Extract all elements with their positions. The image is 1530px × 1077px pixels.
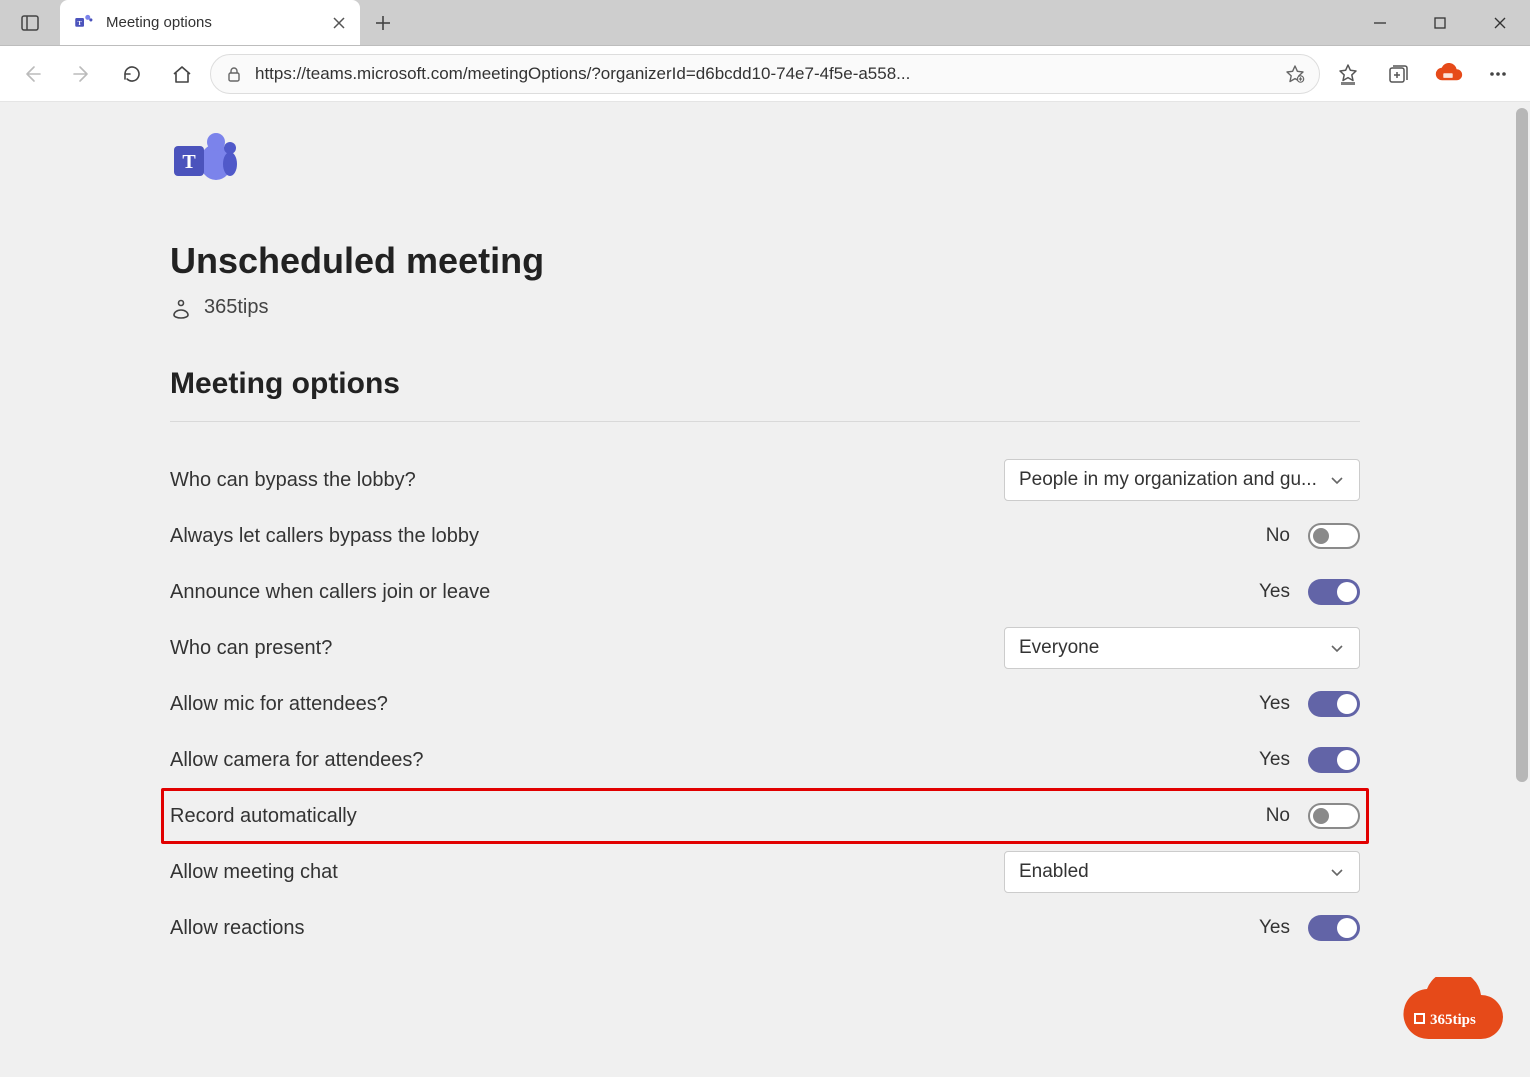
svg-text:T: T [182, 151, 196, 173]
home-button[interactable] [160, 52, 204, 96]
select-value: Everyone [1019, 637, 1099, 659]
option-allow-reactions: Allow reactions Yes [170, 900, 1360, 956]
address-bar[interactable]: https://teams.microsoft.com/meetingOptio… [210, 54, 1320, 94]
option-label: Allow reactions [170, 917, 305, 940]
arrow-right-icon [71, 63, 93, 85]
toggle-state-label: Yes [1259, 749, 1290, 771]
option-label: Always let callers bypass the lobby [170, 525, 479, 548]
bypass-lobby-select[interactable]: People in my organization and gu... [1004, 459, 1360, 501]
window-maximize-button[interactable] [1410, 0, 1470, 45]
scrollbar-thumb[interactable] [1516, 108, 1528, 782]
select-value: Enabled [1019, 861, 1089, 883]
chevron-down-icon [1329, 472, 1345, 488]
svg-text:365tips: 365tips [1430, 1012, 1476, 1028]
option-bypass-lobby: Who can bypass the lobby? People in my o… [170, 452, 1360, 508]
record-automatically-toggle[interactable] [1308, 803, 1360, 829]
presenter-icon [170, 297, 192, 319]
favorites-button[interactable] [1326, 52, 1370, 96]
option-allow-camera: Allow camera for attendees? Yes [170, 732, 1360, 788]
chevron-down-icon [1329, 864, 1345, 880]
page-content: T Unscheduled meeting 365tips Meeting op… [0, 102, 1530, 956]
announce-callers-toggle[interactable] [1308, 579, 1360, 605]
browser-toolbar: https://teams.microsoft.com/meetingOptio… [0, 46, 1530, 102]
allow-chat-select[interactable]: Enabled [1004, 851, 1360, 893]
tab-title: Meeting options [106, 14, 212, 31]
option-allow-chat: Allow meeting chat Enabled [170, 844, 1360, 900]
chevron-down-icon [1329, 640, 1345, 656]
vertical-scrollbar[interactable] [1516, 108, 1528, 1071]
lock-icon [225, 65, 243, 83]
close-icon [332, 16, 346, 30]
option-record-automatically: Record automatically No [161, 788, 1369, 844]
toggle-state-label: No [1260, 805, 1290, 827]
option-allow-mic: Allow mic for attendees? Yes [170, 676, 1360, 732]
tab-actions-button[interactable] [0, 0, 60, 45]
minimize-icon [1373, 16, 1387, 30]
select-value: People in my organization and gu... [1019, 469, 1317, 491]
presenter-name: 365tips [204, 296, 269, 319]
nav-forward-button[interactable] [60, 52, 104, 96]
tab-close-button[interactable] [332, 16, 346, 30]
window-controls [1350, 0, 1530, 45]
refresh-icon [121, 63, 143, 85]
collections-icon [1387, 63, 1409, 85]
collections-button[interactable] [1376, 52, 1420, 96]
toggle-state-label: Yes [1259, 693, 1290, 715]
option-label: Announce when callers join or leave [170, 581, 490, 604]
option-label: Who can bypass the lobby? [170, 469, 416, 492]
allow-reactions-toggle[interactable] [1308, 915, 1360, 941]
teams-favicon: T [74, 13, 94, 33]
option-announce-callers: Announce when callers join or leave Yes [170, 564, 1360, 620]
browser-titlebar: T Meeting options [0, 0, 1530, 46]
option-label: Allow meeting chat [170, 861, 338, 884]
allow-mic-toggle[interactable] [1308, 691, 1360, 717]
nav-back-button[interactable] [10, 52, 54, 96]
more-button[interactable] [1476, 52, 1520, 96]
toggle-state-label: Yes [1259, 917, 1290, 939]
window-close-button[interactable] [1470, 0, 1530, 45]
cloud-icon [1432, 63, 1464, 85]
refresh-button[interactable] [110, 52, 154, 96]
tab-actions-icon [20, 13, 40, 33]
new-tab-button[interactable] [360, 0, 406, 45]
toggle-state-label: Yes [1259, 581, 1290, 603]
teams-logo: T [170, 132, 1360, 192]
page-title: Unscheduled meeting [170, 240, 1360, 282]
window-minimize-button[interactable] [1350, 0, 1410, 45]
address-bar-text: https://teams.microsoft.com/meetingOptio… [255, 64, 1273, 84]
home-icon [171, 63, 193, 85]
toggle-state-label: No [1260, 525, 1290, 547]
option-label: Who can present? [170, 637, 332, 660]
arrow-left-icon [21, 63, 43, 85]
plus-icon [375, 15, 391, 31]
option-label: Record automatically [170, 805, 357, 828]
watermark-365tips: 365tips [1386, 977, 1506, 1057]
maximize-icon [1433, 16, 1447, 30]
allow-camera-toggle[interactable] [1308, 747, 1360, 773]
ellipsis-icon [1487, 63, 1509, 85]
who-present-select[interactable]: Everyone [1004, 627, 1360, 669]
option-callers-bypass: Always let callers bypass the lobby No [170, 508, 1360, 564]
option-who-present: Who can present? Everyone [170, 620, 1360, 676]
star-icon[interactable] [1285, 64, 1305, 84]
option-label: Allow mic for attendees? [170, 693, 388, 716]
page-viewport: T Unscheduled meeting 365tips Meeting op… [0, 102, 1530, 1077]
option-label: Allow camera for attendees? [170, 749, 423, 772]
close-icon [1493, 16, 1507, 30]
section-title: Meeting options [170, 367, 1360, 422]
profile-button[interactable] [1426, 52, 1470, 96]
presenter-row: 365tips [170, 296, 1360, 319]
favorites-icon [1337, 63, 1359, 85]
callers-bypass-toggle[interactable] [1308, 523, 1360, 549]
active-tab[interactable]: T Meeting options [60, 0, 360, 45]
